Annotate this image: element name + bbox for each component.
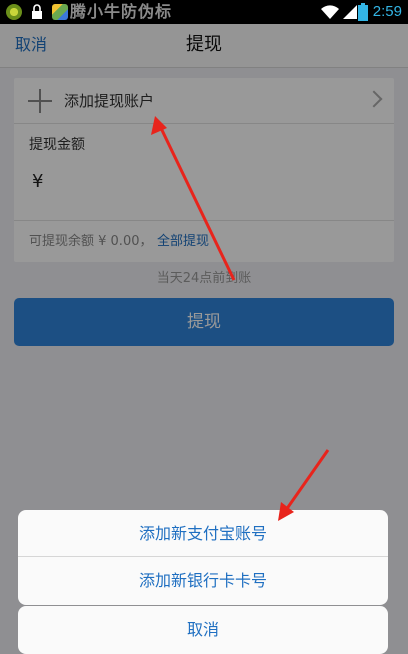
add-alipay-account-option[interactable]: 添加新支付宝账号 xyxy=(18,510,388,557)
action-sheet: 添加新支付宝账号 添加新银行卡卡号 xyxy=(18,510,388,605)
signal-icon xyxy=(342,4,358,20)
store-icon xyxy=(52,4,68,20)
wifi-icon xyxy=(320,4,340,20)
status-bar-title: 腾小牛防伪标 xyxy=(70,2,173,21)
clock: 2:59 xyxy=(372,3,402,20)
add-bank-card-option[interactable]: 添加新银行卡卡号 xyxy=(18,557,388,605)
status-bar: 腾小牛防伪标 2:59 xyxy=(0,0,408,24)
action-sheet-cancel-button[interactable]: 取消 xyxy=(18,606,388,654)
app-icon xyxy=(6,4,22,20)
battery-icon xyxy=(358,3,368,21)
lock-icon xyxy=(30,4,44,20)
